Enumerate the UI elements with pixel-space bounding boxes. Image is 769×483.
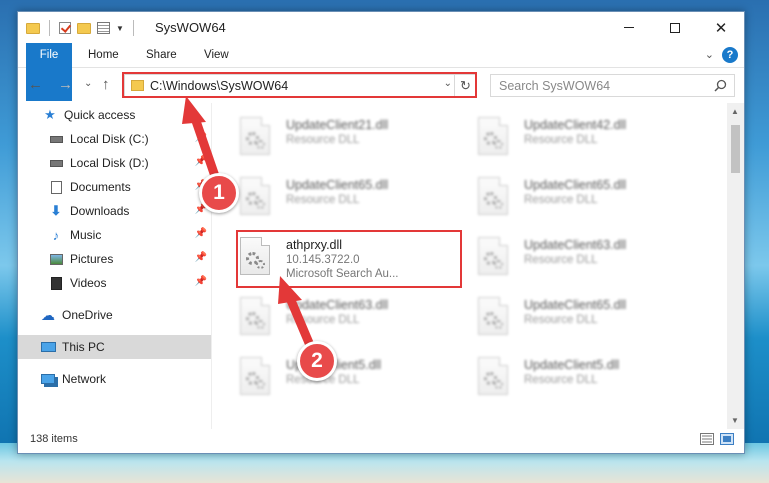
annotation-arrows (182, 96, 317, 355)
step-badge-1: 1 (199, 173, 239, 213)
step-badge-2: 2 (297, 341, 337, 381)
